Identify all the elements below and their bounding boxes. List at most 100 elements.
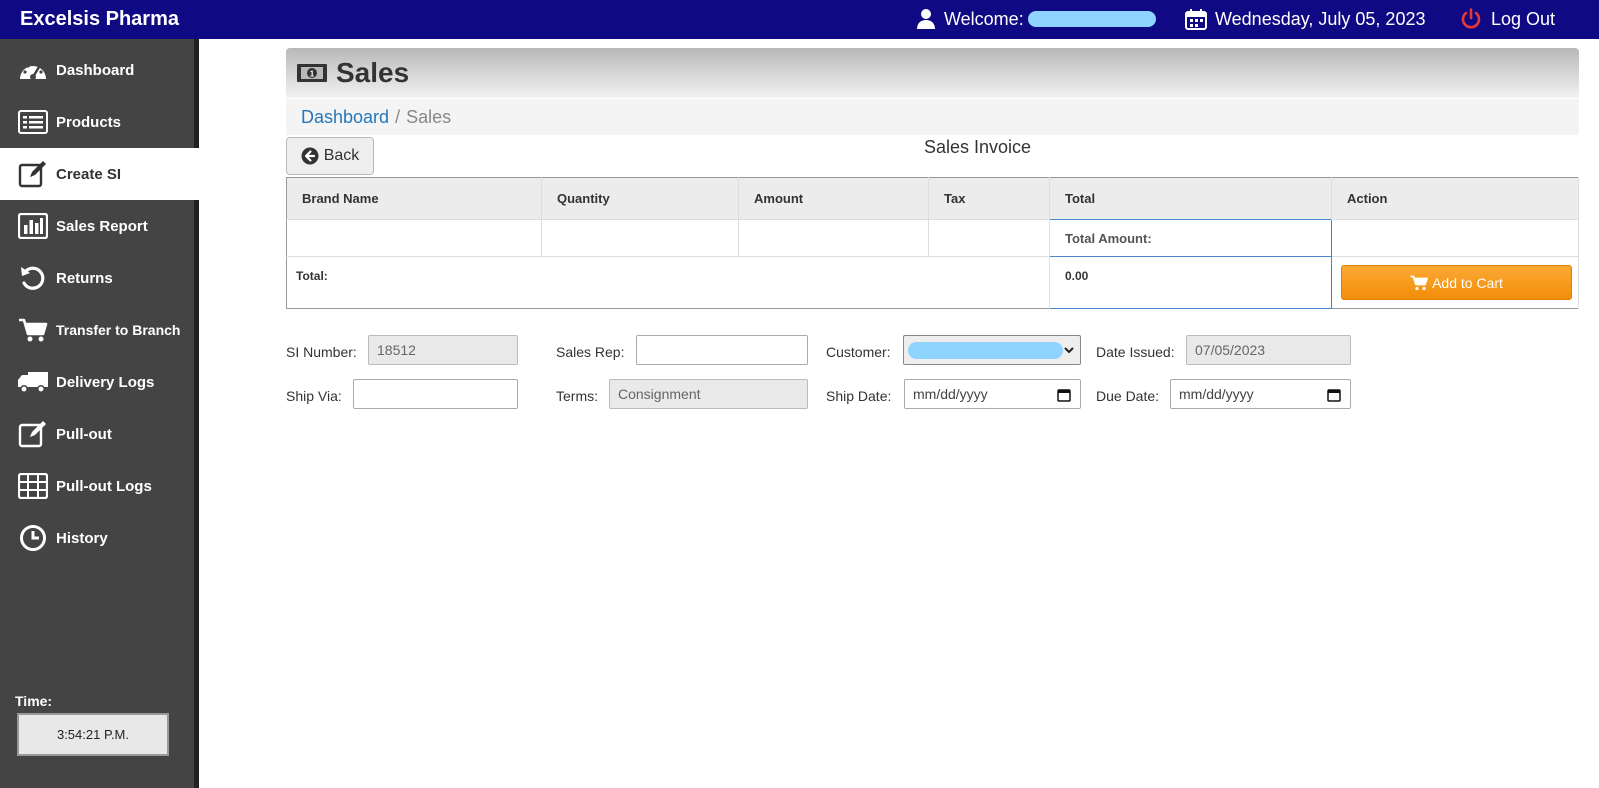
column-header-amount: Amount [738, 177, 929, 220]
quantity-cell [541, 219, 739, 257]
sales-rep-label: Sales Rep: [556, 344, 625, 360]
sidebar-item-label: Products [56, 113, 122, 131]
undo-icon [16, 263, 50, 293]
sidebar-item-label: Pull-out [56, 425, 112, 443]
page-title: Sales [336, 57, 410, 88]
money-icon: 1 [297, 64, 327, 82]
sidebar-item-pull-out-logs[interactable]: Pull-out Logs [0, 460, 199, 512]
amount-cell [738, 219, 929, 257]
page-header: 1 Sales [286, 48, 1579, 98]
terms-field[interactable]: Consignment [609, 379, 808, 409]
sidebar-item-label: History [56, 529, 108, 547]
action-cell [1331, 219, 1579, 257]
grand-total-label: Total: [286, 256, 1050, 309]
sidebar-item-transfer-to-branch[interactable]: Transfer to Branch [0, 304, 199, 356]
sidebar-item-create-si[interactable]: Create SI [0, 148, 199, 200]
date-issued-field[interactable]: 07/05/2023 [1186, 335, 1351, 365]
cart-table: Brand Name Quantity Amount Tax Total Act… [286, 177, 1579, 309]
top-navbar: Excelsis Pharma Welcome: Wednesday, July… [0, 0, 1599, 39]
table-row: Total Amount: [286, 219, 1579, 257]
due-date-field[interactable]: mm/dd/yyyy [1170, 379, 1351, 409]
tax-cell [928, 219, 1050, 257]
bar-chart-icon [16, 211, 50, 241]
terms-label: Terms: [556, 388, 598, 404]
date-display: Wednesday, July 05, 2023 [1185, 8, 1425, 30]
customer-label: Customer: [826, 344, 891, 360]
date-issued-label: Date Issued: [1096, 344, 1175, 360]
sidebar-item-label: Create SI [56, 165, 122, 183]
ship-via-label: Ship Via: [286, 388, 342, 404]
welcome-label: Welcome: [944, 8, 1024, 29]
list-icon [16, 107, 50, 137]
sidebar-item-dashboard[interactable]: Dashboard [0, 44, 199, 96]
add-to-cart-button[interactable]: Add to Cart [1341, 265, 1572, 300]
si-number-label: SI Number: [286, 344, 357, 360]
breadcrumb-separator: / [395, 106, 401, 127]
edit-icon [16, 419, 50, 449]
logout-button[interactable]: Log Out [1460, 8, 1555, 30]
column-header-quantity: Quantity [541, 177, 739, 220]
chevron-down-icon [1064, 347, 1074, 354]
add-to-cart-label: Add to Cart [1432, 274, 1503, 291]
sidebar-item-pull-out[interactable]: Pull-out [0, 408, 199, 460]
customer-select[interactable] [903, 335, 1081, 365]
welcome-area: Welcome: [916, 8, 1156, 30]
back-button[interactable]: Back [286, 137, 374, 175]
sidebar-item-returns[interactable]: Returns [0, 252, 199, 304]
calendar-icon [1185, 9, 1207, 30]
breadcrumb: Dashboard / Sales [286, 99, 1579, 135]
brand-name-cell [286, 219, 542, 257]
ship-date-placeholder: mm/dd/yyyy [913, 386, 988, 402]
column-header-tax: Tax [928, 177, 1050, 220]
power-icon [1461, 8, 1481, 29]
redacted-customer [908, 342, 1063, 359]
column-header-total: Total [1049, 177, 1332, 220]
app-brand: Excelsis Pharma [20, 8, 179, 30]
dashboard-gauge-icon [16, 55, 50, 85]
sidebar-item-sales-report[interactable]: Sales Report [0, 200, 199, 252]
sidebar-item-label: Sales Report [56, 217, 148, 235]
due-date-label: Due Date: [1096, 388, 1160, 404]
truck-icon [16, 367, 50, 397]
sidebar-item-label: Dashboard [56, 61, 135, 79]
table-header-row: Brand Name Quantity Amount Tax Total Act… [286, 177, 1579, 220]
svg-text:1: 1 [310, 70, 315, 79]
cart-icon [16, 315, 50, 345]
cart-icon [1410, 275, 1428, 290]
time-label: Time: [15, 693, 53, 709]
column-header-brand-name: Brand Name [286, 177, 542, 220]
due-date-placeholder: mm/dd/yyyy [1179, 386, 1254, 402]
invoice-title: Sales Invoice [924, 137, 1032, 157]
sidebar-item-delivery-logs[interactable]: Delivery Logs [0, 356, 199, 408]
grand-total-value: 0.00 [1049, 256, 1332, 309]
sidebar-item-label: Delivery Logs [56, 373, 155, 391]
ship-via-field[interactable] [353, 379, 518, 409]
sidebar-item-label: Transfer to Branch [56, 322, 181, 338]
clock-display: 3:54:21 P.M. [17, 713, 169, 756]
clock-icon [16, 523, 50, 553]
redacted-username [1027, 11, 1156, 27]
edit-icon [16, 159, 50, 189]
grid-icon [16, 471, 50, 501]
sidebar-item-label: Pull-out Logs [56, 477, 152, 495]
logout-label: Log Out [1491, 8, 1556, 29]
sidebar-item-label: Returns [56, 269, 113, 287]
table-total-row: Total: 0.00 Add to Cart [286, 256, 1579, 309]
total-amount-label: Total Amount: [1049, 219, 1332, 257]
sales-rep-field[interactable] [636, 335, 808, 365]
back-label: Back [323, 147, 360, 164]
calendar-icon[interactable] [1057, 388, 1071, 402]
si-number-field[interactable]: 18512 [368, 335, 518, 365]
calendar-icon[interactable] [1327, 388, 1341, 402]
column-header-action: Action [1331, 177, 1579, 220]
ship-date-field[interactable]: mm/dd/yyyy [904, 379, 1081, 409]
sidebar-item-history[interactable]: History [0, 512, 199, 564]
sidebar-item-products[interactable]: Products [0, 96, 199, 148]
current-date: Wednesday, July 05, 2023 [1215, 8, 1426, 29]
add-to-cart-cell: Add to Cart [1331, 256, 1579, 309]
sidebar: Dashboard Products Create SI Sales Repor… [0, 39, 199, 788]
arrow-circle-left-icon [301, 147, 319, 165]
user-icon [917, 9, 935, 29]
breadcrumb-dashboard-link[interactable]: Dashboard [301, 107, 389, 128]
ship-date-label: Ship Date: [826, 388, 892, 404]
